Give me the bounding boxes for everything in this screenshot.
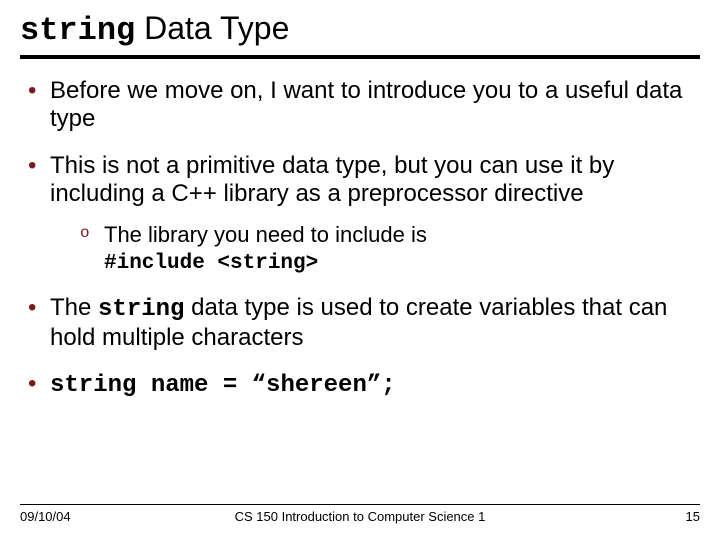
slide-footer: 09/10/04 CS 150 Introduction to Computer… <box>20 504 700 524</box>
inline-code: string <box>98 296 184 323</box>
slide-title: string Data Type <box>20 10 700 59</box>
footer-page: 15 <box>686 509 700 524</box>
bullet-item: string name = “shereen”; <box>28 370 700 400</box>
bullet-item: Before we move on, I want to introduce y… <box>28 77 700 134</box>
bullet-text: This is not a primitive data type, but y… <box>50 152 614 207</box>
bullet-text-pre: The <box>50 294 98 321</box>
footer-course: CS 150 Introduction to Computer Science … <box>20 509 700 524</box>
title-rest: Data Type <box>135 10 289 46</box>
bullet-item: The string data type is used to create v… <box>28 294 700 353</box>
code-line: string name = “shereen”; <box>50 372 396 399</box>
bullet-text: Before we move on, I want to introduce y… <box>50 77 682 132</box>
sub-bullet-item: The library you need to include is #incl… <box>80 222 700 276</box>
bullet-list: Before we move on, I want to introduce y… <box>20 77 700 401</box>
bullet-item: This is not a primitive data type, but y… <box>28 152 700 276</box>
sub-bullet-text: The library you need to include is <box>104 222 427 247</box>
footer-date: 09/10/04 <box>20 509 71 524</box>
title-code: string <box>20 12 135 49</box>
code-line: #include <string> <box>104 251 700 276</box>
sub-bullet-list: The library you need to include is #incl… <box>50 222 700 276</box>
